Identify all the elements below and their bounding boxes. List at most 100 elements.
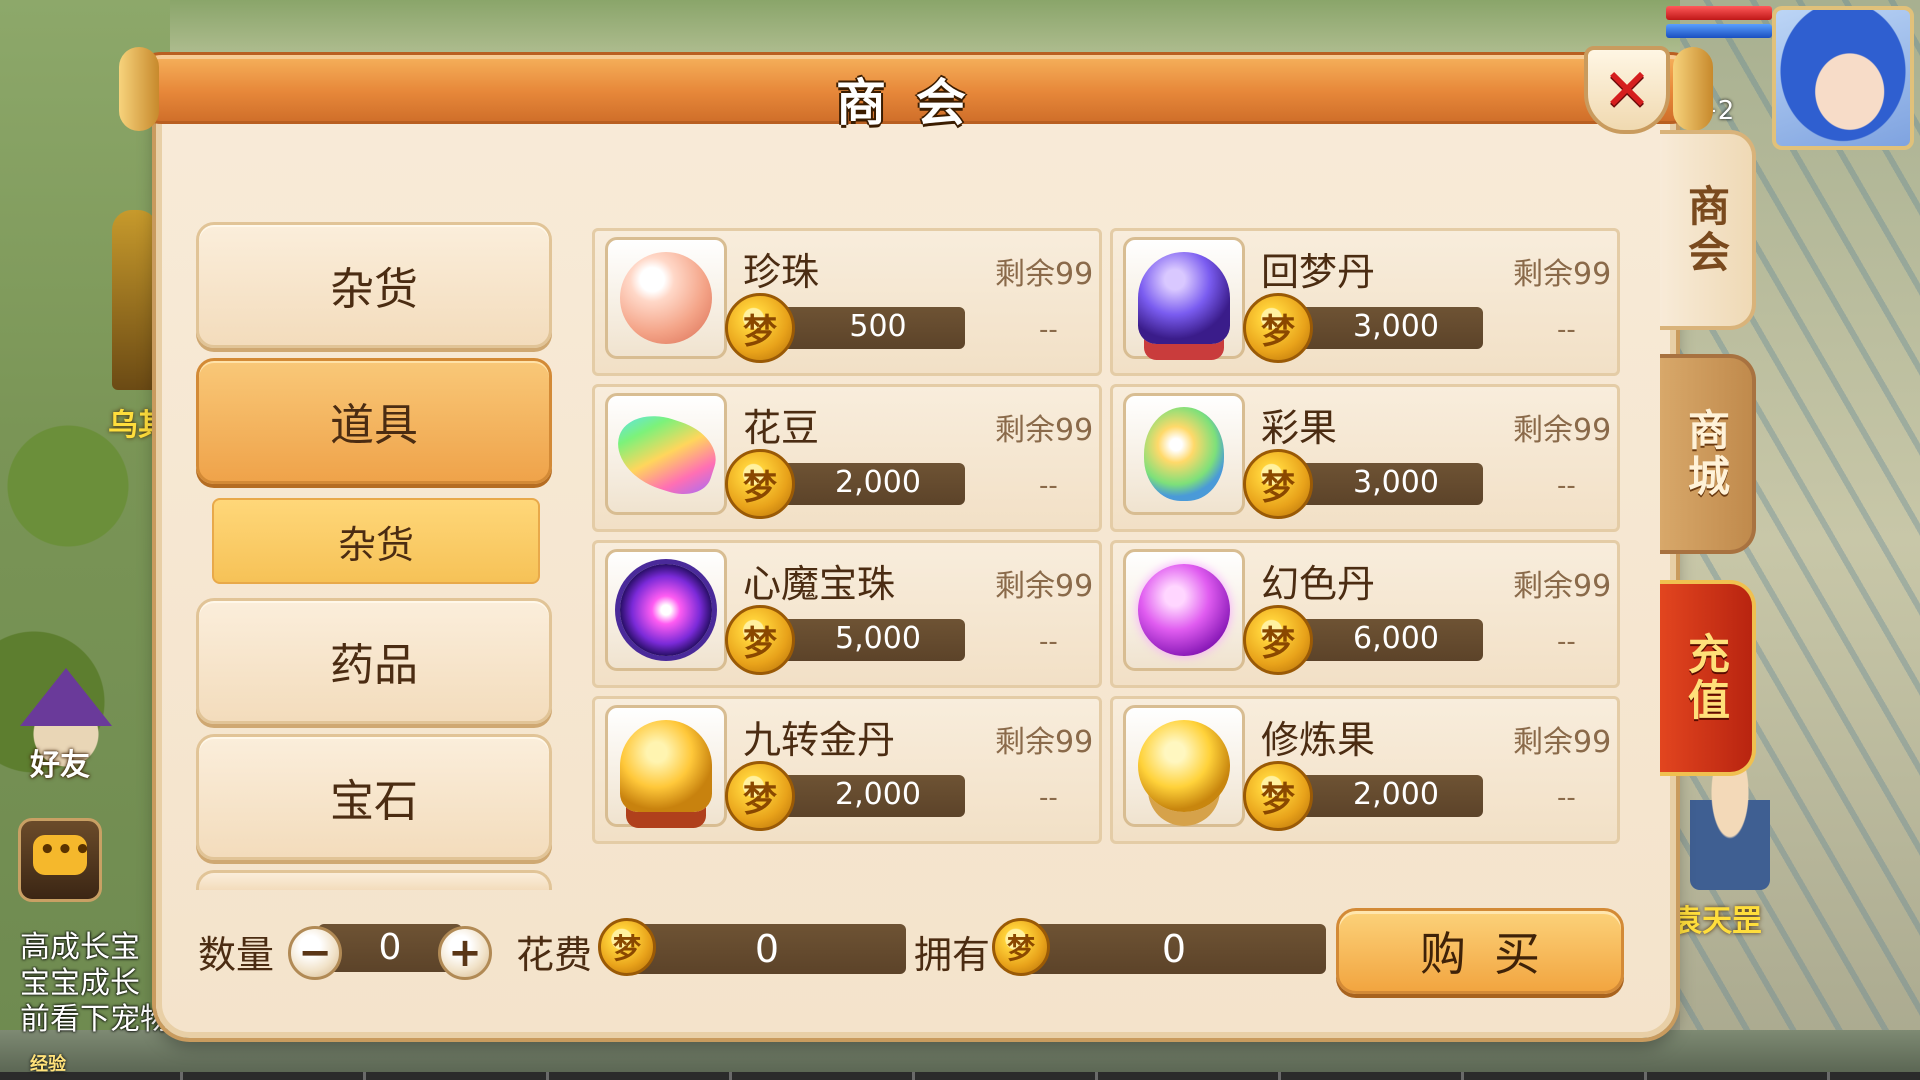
tab-shanghui[interactable]: 商会 bbox=[1660, 130, 1756, 330]
item-price: 2,000 bbox=[835, 465, 921, 500]
item-icon-frame bbox=[1123, 549, 1245, 671]
item-card[interactable]: 彩果 剩余99 3,000 梦 -- bbox=[1110, 384, 1620, 532]
flower-bean-icon bbox=[607, 405, 725, 503]
item-remaining: 剩余99 bbox=[995, 413, 1094, 448]
item-card[interactable]: 珍珠 剩余99 500 梦 -- bbox=[592, 228, 1102, 376]
item-icon-frame bbox=[605, 237, 727, 359]
item-card[interactable]: 幻色丹 剩余99 6,000 梦 -- bbox=[1110, 540, 1620, 688]
item-name: 彩果 bbox=[1261, 406, 1338, 450]
item-card[interactable]: 修炼果 剩余99 2,000 梦 -- bbox=[1110, 696, 1620, 844]
item-card[interactable]: 九转金丹 剩余99 2,000 梦 -- bbox=[592, 696, 1102, 844]
item-limit: -- bbox=[1039, 783, 1058, 813]
tab-label: 充值 bbox=[1681, 632, 1731, 724]
item-card[interactable]: 回梦丹 剩余99 3,000 梦 -- bbox=[1110, 228, 1620, 376]
cultivation-fruit-icon bbox=[1138, 720, 1230, 812]
golden-pill-icon bbox=[620, 720, 712, 812]
subcategory-groceries[interactable]: 杂货 bbox=[212, 498, 540, 584]
item-name: 九转金丹 bbox=[743, 718, 896, 762]
npc-figure-left[interactable] bbox=[112, 210, 158, 390]
tab-shangcheng[interactable]: 商城 bbox=[1660, 354, 1756, 554]
item-price: 2,000 bbox=[1353, 777, 1439, 812]
item-price: 2,000 bbox=[835, 777, 921, 812]
category-props[interactable]: 道具 bbox=[196, 358, 552, 484]
friend-label: 好友 bbox=[30, 748, 90, 783]
item-name: 心魔宝珠 bbox=[743, 562, 896, 606]
title-bar: 商会 bbox=[119, 47, 1713, 132]
window-title: 商会 bbox=[836, 74, 996, 132]
item-icon-frame bbox=[1123, 393, 1245, 515]
npc-figure-right[interactable] bbox=[1690, 760, 1770, 890]
decrease-quantity-button[interactable]: − bbox=[288, 926, 342, 980]
item-price: 500 bbox=[849, 309, 907, 344]
category-medicine[interactable]: 药品 bbox=[196, 598, 552, 724]
item-limit: -- bbox=[1557, 627, 1576, 657]
cost-value: 0 bbox=[628, 924, 906, 974]
item-remaining: 剩余99 bbox=[1513, 725, 1612, 760]
close-icon: ✕ bbox=[1602, 56, 1652, 124]
item-icon-frame bbox=[1123, 705, 1245, 827]
item-limit: -- bbox=[1557, 471, 1576, 501]
item-price: 5,000 bbox=[835, 621, 921, 656]
dream-coin-icon: 梦 bbox=[1243, 449, 1313, 519]
exp-bar bbox=[0, 1072, 1920, 1080]
player-portrait[interactable] bbox=[1772, 6, 1914, 150]
item-limit: -- bbox=[1557, 783, 1576, 813]
item-card[interactable]: 心魔宝珠 剩余99 5,000 梦 -- bbox=[592, 540, 1102, 688]
item-remaining: 剩余99 bbox=[995, 257, 1094, 292]
friend-avatar-hat bbox=[20, 668, 112, 726]
item-name: 珍珠 bbox=[743, 250, 820, 294]
category-groceries[interactable]: 杂货 bbox=[196, 222, 552, 348]
level-value: 2 bbox=[1717, 96, 1735, 126]
npc-name-right: 袁天罡 bbox=[1672, 904, 1762, 939]
tab-label: 商会 bbox=[1681, 184, 1731, 276]
item-icon-frame bbox=[605, 549, 727, 671]
buy-button[interactable]: 购买 bbox=[1336, 908, 1624, 994]
dream-coin-icon: 梦 bbox=[1243, 761, 1313, 831]
item-price: 6,000 bbox=[1353, 621, 1439, 656]
player-status-bars bbox=[1666, 6, 1772, 46]
item-remaining: 剩余99 bbox=[1513, 569, 1612, 604]
scene-background-left bbox=[0, 0, 170, 1080]
item-name: 回梦丹 bbox=[1261, 250, 1376, 294]
color-fruit-icon bbox=[1144, 407, 1224, 501]
item-icon-frame bbox=[605, 393, 727, 515]
category-next-partial[interactable] bbox=[196, 870, 552, 890]
dream-pill-icon bbox=[1138, 252, 1230, 344]
cost-label: 花费 bbox=[516, 933, 593, 977]
item-icon-frame bbox=[1123, 237, 1245, 359]
dream-coin-icon: 梦 bbox=[725, 761, 795, 831]
item-limit: -- bbox=[1039, 471, 1058, 501]
item-remaining: 剩余99 bbox=[1513, 413, 1612, 448]
chat-button[interactable]: ••• bbox=[18, 818, 102, 902]
category-gems[interactable]: 宝石 bbox=[196, 734, 552, 860]
item-icon-frame bbox=[605, 705, 727, 827]
item-limit: -- bbox=[1039, 627, 1058, 657]
dream-coin-icon: 梦 bbox=[1243, 605, 1313, 675]
tab-label: 商城 bbox=[1681, 408, 1731, 500]
item-card[interactable]: 花豆 剩余99 2,000 梦 -- bbox=[592, 384, 1102, 532]
close-button[interactable]: ✕ bbox=[1584, 46, 1670, 134]
quantity-label: 数量 bbox=[198, 933, 275, 977]
item-remaining: 剩余99 bbox=[995, 725, 1094, 760]
owned-label: 拥有 bbox=[914, 933, 991, 977]
item-price: 3,000 bbox=[1353, 309, 1439, 344]
dream-coin-icon: 梦 bbox=[1243, 293, 1313, 363]
minus-icon: − bbox=[298, 930, 332, 976]
item-price: 3,000 bbox=[1353, 465, 1439, 500]
item-limit: -- bbox=[1039, 315, 1058, 345]
mp-bar bbox=[1666, 24, 1772, 38]
item-name: 修炼果 bbox=[1261, 718, 1376, 762]
increase-quantity-button[interactable]: + bbox=[438, 926, 492, 980]
item-limit: -- bbox=[1557, 315, 1576, 345]
owned-value: 0 bbox=[1022, 924, 1326, 974]
hp-bar bbox=[1666, 6, 1772, 20]
dream-coin-icon: 梦 bbox=[725, 605, 795, 675]
demon-orb-icon bbox=[620, 564, 712, 656]
illusion-pill-icon bbox=[1138, 564, 1230, 656]
item-remaining: 剩余99 bbox=[1513, 257, 1612, 292]
dream-coin-icon: 梦 bbox=[725, 449, 795, 519]
chat-dots: ••• bbox=[39, 835, 92, 865]
dream-coin-icon: 梦 bbox=[992, 918, 1050, 976]
tab-recharge[interactable]: 充值 bbox=[1660, 580, 1756, 776]
exp-label: 经验 bbox=[30, 1054, 66, 1075]
